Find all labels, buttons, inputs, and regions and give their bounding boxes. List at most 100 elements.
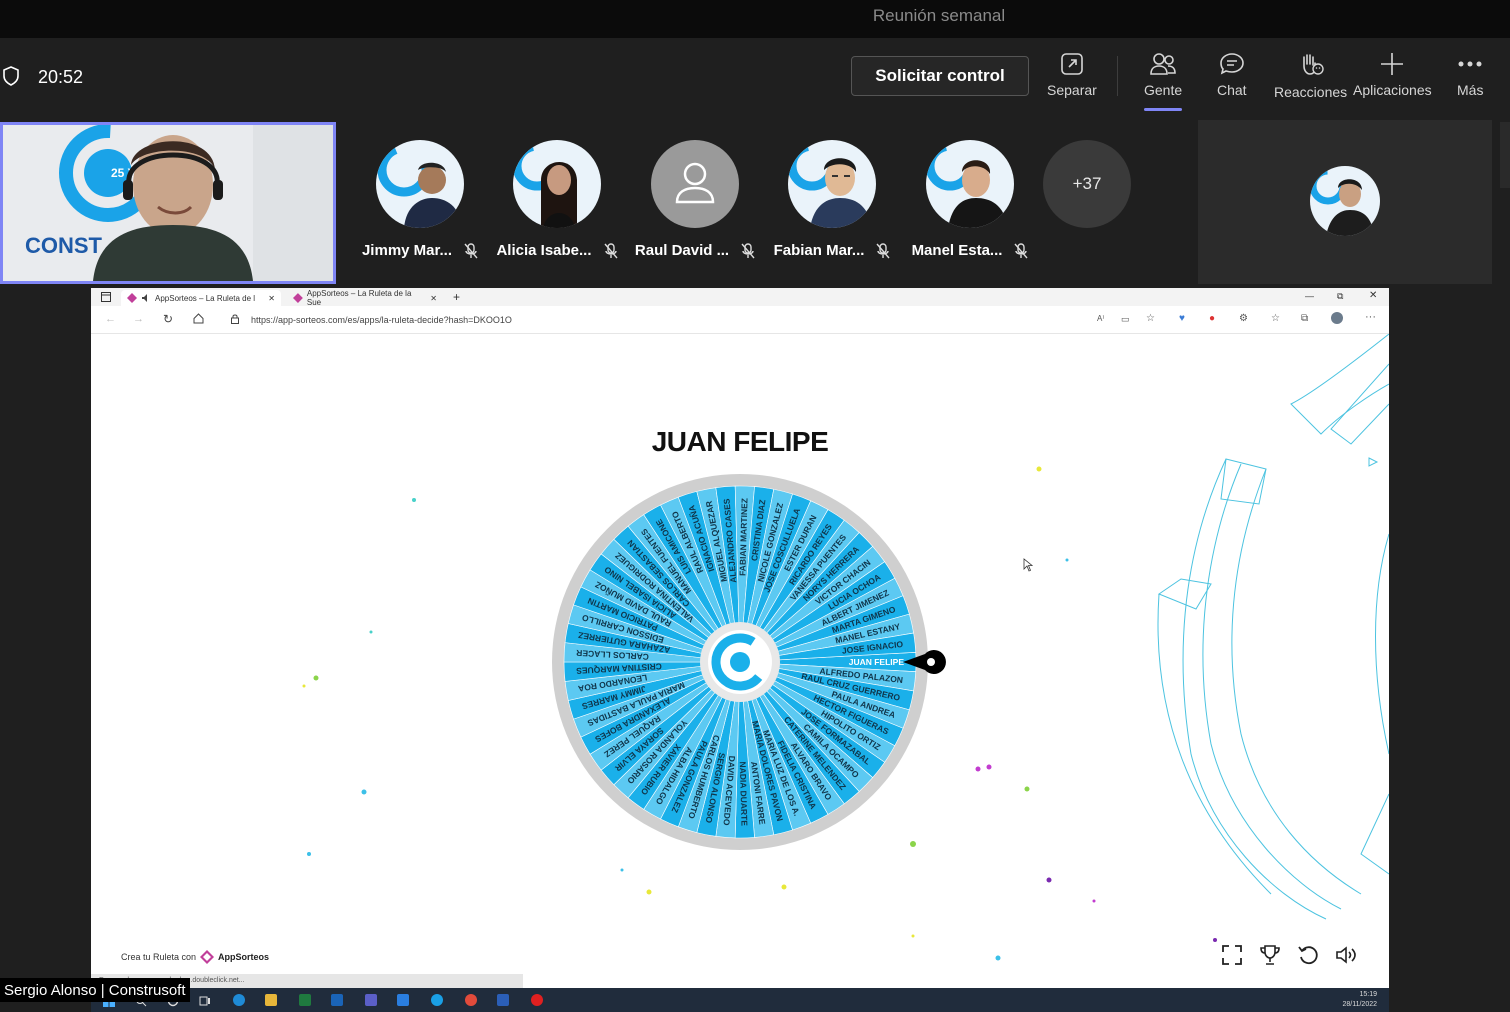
profile-avatar[interactable] bbox=[1331, 312, 1343, 324]
refresh-icon[interactable]: ↻ bbox=[163, 312, 173, 326]
avatar bbox=[926, 140, 1014, 228]
mic-muted-icon bbox=[603, 242, 618, 258]
teams-icon[interactable] bbox=[365, 994, 377, 1006]
back-icon[interactable]: ← bbox=[105, 313, 116, 325]
people-button[interactable]: Gente bbox=[1144, 52, 1182, 98]
appsorteos-logo-icon bbox=[293, 293, 303, 303]
pop-out-label: Separar bbox=[1047, 82, 1097, 98]
lock-icon bbox=[231, 314, 239, 326]
reader-view-icon[interactable]: ▭ bbox=[1121, 314, 1130, 325]
new-tab-icon[interactable]: + bbox=[453, 290, 460, 304]
people-label: Gente bbox=[1144, 82, 1183, 98]
chat-button[interactable]: Chat bbox=[1217, 52, 1247, 98]
participant-name: Jimmy Mar... bbox=[361, 242, 453, 259]
address-input[interactable]: https://app-sorteos.com/es/apps/la-rulet… bbox=[251, 315, 512, 325]
read-aloud-icon[interactable]: A⁾ bbox=[1097, 314, 1104, 323]
browser-tab-active[interactable]: AppSorteos – La Ruleta de l ✕ bbox=[121, 290, 281, 306]
forward-icon[interactable]: → bbox=[133, 313, 144, 325]
more-label: Más bbox=[1457, 82, 1484, 98]
file-explorer-icon[interactable] bbox=[265, 994, 277, 1006]
apps-button[interactable]: Aplicaciones bbox=[1353, 52, 1432, 98]
appsorteos-logo-icon bbox=[127, 293, 137, 303]
meeting-toolbar: 20:52 Solicitar control Separar Gente Ch… bbox=[0, 38, 1510, 114]
browser-tab[interactable]: AppSorteos – La Ruleta de la Sue ✕ bbox=[287, 289, 443, 307]
spin-wheel[interactable]: JUAN FELIPEALFREDO PALAZONRAUL CRUZ GUER… bbox=[551, 474, 951, 854]
participant-name: Raul David ... bbox=[634, 242, 730, 259]
people-icon bbox=[1150, 53, 1176, 75]
mouse-cursor bbox=[1023, 558, 1033, 572]
restore-icon[interactable]: ⧉ bbox=[1337, 291, 1343, 302]
extensions-icon[interactable]: ⚙ bbox=[1239, 313, 1248, 324]
request-control-button[interactable]: Solicitar control bbox=[851, 56, 1029, 96]
tab-title: AppSorteos – La Ruleta de l bbox=[155, 293, 256, 303]
reactions-button[interactable]: Reacciones bbox=[1274, 52, 1347, 100]
home-icon[interactable] bbox=[193, 313, 204, 326]
pop-out-button[interactable]: Separar bbox=[1047, 52, 1097, 98]
participant-tile[interactable]: Jimmy Mar... bbox=[355, 140, 485, 259]
credit-footer[interactable]: Crea tu Ruleta con AppSorteos bbox=[121, 950, 269, 964]
meeting-duration: 20:52 bbox=[38, 67, 84, 87]
speaker-icon bbox=[142, 294, 147, 302]
skype-icon[interactable] bbox=[431, 994, 443, 1006]
active-tab-indicator bbox=[1144, 108, 1182, 111]
browser-address-bar: ← → ↻ https://app-sorteos.com/es/apps/la… bbox=[91, 306, 1389, 334]
presenter-name-label: Sergio Alonso | Construsoft bbox=[0, 978, 190, 1002]
tab-title: AppSorteos – La Ruleta de la Sue bbox=[306, 289, 412, 307]
more-dots-icon bbox=[1458, 61, 1482, 67]
pop-out-icon bbox=[1061, 53, 1083, 75]
participant-tile[interactable]: Raul David ... bbox=[630, 140, 760, 259]
avatar bbox=[1310, 166, 1380, 236]
excel-icon[interactable] bbox=[299, 994, 311, 1006]
meeting-title: Reunión semanal bbox=[872, 6, 1006, 25]
extension-icon[interactable]: ● bbox=[1209, 313, 1215, 324]
scrollbar[interactable] bbox=[1500, 122, 1510, 188]
settings-more-icon[interactable]: ··· bbox=[1365, 311, 1376, 323]
app-icon[interactable] bbox=[531, 994, 543, 1006]
favorite-add-icon[interactable]: ☆ bbox=[1146, 313, 1155, 324]
close-window-icon[interactable]: ✕ bbox=[1369, 290, 1377, 301]
avatar bbox=[788, 140, 876, 228]
featured-video-tile[interactable]: 25 Y CONST bbox=[0, 122, 336, 284]
mic-muted-icon bbox=[1014, 242, 1028, 258]
trophy-icon[interactable] bbox=[1259, 944, 1281, 966]
more-participants-button[interactable]: +37 bbox=[1043, 140, 1173, 228]
participant-tile[interactable]: Manel Esta... bbox=[905, 140, 1035, 259]
word-icon[interactable] bbox=[497, 994, 509, 1006]
more-button[interactable]: Más bbox=[1457, 52, 1483, 98]
participant-tile[interactable]: Fabian Mar... bbox=[767, 140, 897, 259]
avatar bbox=[376, 140, 464, 228]
tab-actions-icon[interactable] bbox=[101, 292, 111, 304]
taskbar-clock[interactable]: 15:19 28/11/2022 bbox=[1342, 990, 1377, 1010]
edge-icon[interactable] bbox=[233, 994, 245, 1006]
credit-brand: AppSorteos bbox=[218, 952, 270, 962]
wheel-label: NADIA DUARTE bbox=[738, 761, 750, 826]
chrome-icon[interactable] bbox=[465, 994, 477, 1006]
video-feed-illustration: 25 Y CONST bbox=[3, 125, 333, 281]
collections-icon[interactable]: ⧉ bbox=[1301, 313, 1308, 324]
mic-muted-icon bbox=[876, 242, 890, 258]
mic-muted-icon bbox=[464, 242, 478, 258]
close-tab-icon[interactable]: ✕ bbox=[268, 294, 275, 303]
svg-text:CONST: CONST bbox=[25, 233, 103, 258]
window-titlebar: Reunión semanal bbox=[0, 0, 1510, 38]
fullscreen-icon[interactable] bbox=[1221, 944, 1243, 966]
reset-icon[interactable] bbox=[1297, 944, 1319, 966]
apps-label: Aplicaciones bbox=[1353, 82, 1432, 98]
raise-hand-icon bbox=[1302, 54, 1324, 75]
extension-icon[interactable]: ♥ bbox=[1179, 313, 1185, 324]
shared-screen: AppSorteos – La Ruleta de l ✕ AppSorteos… bbox=[91, 288, 1389, 988]
volume-icon[interactable] bbox=[1335, 944, 1357, 966]
avatar bbox=[513, 140, 601, 228]
spotlight-tile[interactable] bbox=[1198, 120, 1492, 284]
chat-icon bbox=[1219, 53, 1244, 75]
app-icon[interactable] bbox=[397, 994, 409, 1006]
avatar bbox=[651, 140, 739, 228]
favorites-icon[interactable]: ☆ bbox=[1271, 313, 1280, 324]
minimize-icon[interactable]: — bbox=[1305, 291, 1314, 301]
outlook-icon[interactable] bbox=[331, 994, 343, 1006]
shield-icon bbox=[2, 66, 20, 91]
participant-tile[interactable]: Alicia Isabe... bbox=[492, 140, 622, 259]
close-tab-icon[interactable]: ✕ bbox=[430, 294, 437, 303]
toolbar-divider bbox=[1117, 56, 1118, 96]
task-view-icon[interactable] bbox=[199, 994, 211, 1006]
